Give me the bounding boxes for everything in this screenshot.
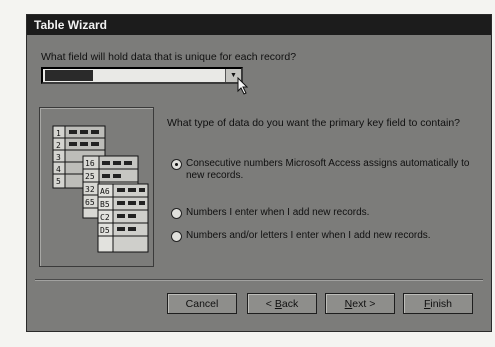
code-cell-3: C2 (100, 213, 110, 222)
row-number-5: 5 (56, 177, 61, 186)
unique-field-combo[interactable]: ▼ (41, 67, 243, 84)
value-cell-4: 65 (85, 198, 95, 207)
dialog-title: Table Wizard (27, 15, 491, 35)
unique-field-value (45, 70, 93, 81)
code-cell-2: B5 (100, 200, 110, 209)
option-label-my-numbers: Numbers I enter when I add new records. (186, 207, 370, 218)
row-number-2: 2 (56, 141, 61, 150)
option-label-numbers-letters: Numbers and/or letters I enter when I ad… (186, 230, 431, 241)
code-cell-4: D5 (100, 226, 110, 235)
unique-field-question: What field will hold data that is unique… (41, 51, 297, 63)
key-type-question: What type of data do you want the primar… (167, 117, 460, 129)
row-number-3: 3 (56, 153, 61, 162)
value-cell-2: 25 (85, 172, 95, 181)
finish-button-rest: inish (430, 298, 453, 310)
table-wizard-dialog: Table Wizard What field will hold data t… (26, 14, 492, 332)
finish-button[interactable]: Finish (403, 293, 473, 314)
mouse-cursor-icon (237, 77, 249, 95)
primary-key-illustration: 1 2 3 4 5 16 25 32 65 A6 B5 C2 D5 (39, 107, 154, 267)
next-button-rest: ext > (352, 298, 376, 310)
table-stack-picture: 1 2 3 4 5 16 25 32 65 A6 B5 C2 D5 (52, 125, 149, 253)
row-number-1: 1 (56, 129, 61, 138)
next-button[interactable]: Next > (325, 293, 395, 314)
cancel-button-label: Cancel (185, 298, 219, 310)
value-cell-1: 16 (85, 159, 95, 168)
radio-button-selected[interactable] (171, 159, 182, 170)
row-number-4: 4 (56, 165, 61, 174)
back-button-rest: ack (281, 298, 299, 310)
radio-button[interactable] (171, 208, 182, 219)
option-label-auto-numbers: Consecutive numbers Microsoft Access ass… (186, 158, 470, 181)
code-cell-1: A6 (100, 187, 110, 196)
back-button-prefix: < (265, 298, 275, 310)
cancel-button[interactable]: Cancel (167, 293, 237, 314)
value-cell-3: 32 (85, 185, 95, 194)
button-divider (35, 279, 483, 281)
back-button-accesskey: B (274, 298, 282, 310)
back-button[interactable]: < Back (247, 293, 317, 314)
radio-button[interactable] (171, 231, 182, 242)
